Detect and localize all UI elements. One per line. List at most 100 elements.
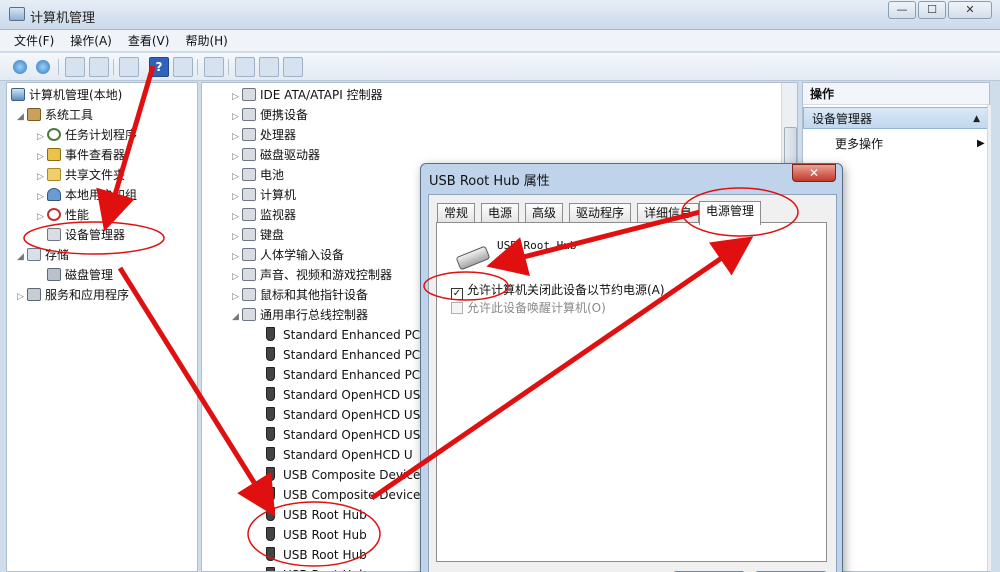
- menu-view[interactable]: 查看(V): [128, 32, 170, 49]
- collapse-up-icon[interactable]: ▲: [973, 108, 980, 130]
- usb-device-item[interactable]: USB Composite Device: [266, 485, 420, 505]
- device-category-icon: [242, 148, 256, 161]
- maximize-button[interactable]: ☐: [918, 1, 946, 19]
- tab-general[interactable]: 常规: [437, 203, 476, 223]
- show-tree-icon[interactable]: [89, 57, 109, 77]
- tree-item-performance[interactable]: ▷ 性能: [37, 205, 89, 225]
- usb-device-item[interactable]: USB Root Hub: [266, 545, 367, 565]
- close-button[interactable]: ✕: [948, 1, 992, 19]
- tree-item-task-scheduler[interactable]: ▷ 任务计划程序: [37, 125, 137, 145]
- tree-item-storage[interactable]: ◢ 存储: [17, 245, 69, 265]
- toolbar-separator: [197, 59, 198, 75]
- device-category[interactable]: ▷ 磁盘驱动器: [232, 145, 320, 165]
- collapsed-arrow-icon[interactable]: ▷: [232, 187, 242, 207]
- device-category[interactable]: ▷ IDE ATA/ATAPI 控制器: [232, 85, 383, 105]
- device-category[interactable]: ◢ 通用串行总线控制器: [232, 305, 368, 325]
- help-icon[interactable]: ?: [149, 57, 169, 77]
- collapsed-arrow-icon[interactable]: ▷: [232, 107, 242, 127]
- usb-device-item[interactable]: USB Root Hub: [266, 505, 367, 525]
- collapsed-arrow-icon[interactable]: ▷: [232, 127, 242, 147]
- computer-icon: [11, 88, 25, 101]
- tree-item-services[interactable]: ▷ 服务和应用程序: [17, 285, 129, 305]
- back-icon[interactable]: [10, 57, 30, 77]
- collapsed-arrow-icon[interactable]: ▷: [232, 167, 242, 187]
- usb-device-item[interactable]: Standard OpenHCD U: [266, 445, 413, 465]
- usb-plug-icon: [266, 547, 275, 561]
- collapsed-arrow-icon[interactable]: ▷: [17, 287, 27, 307]
- menu-help[interactable]: 帮助(H): [185, 32, 227, 49]
- collapsed-arrow-icon[interactable]: ▷: [37, 167, 47, 187]
- device-category[interactable]: ▷ 便携设备: [232, 105, 308, 125]
- usb-device-icon: [455, 245, 491, 271]
- usb-device-item[interactable]: USB Root Hub: [266, 565, 367, 571]
- collapsed-arrow-icon[interactable]: ▷: [37, 127, 47, 147]
- usb-plug-icon: [266, 347, 275, 361]
- tab-power[interactable]: 电源: [481, 203, 520, 223]
- uninstall-device-icon[interactable]: [259, 57, 279, 77]
- clock-icon: [47, 128, 61, 141]
- allow-turn-off-option[interactable]: ✓ 允许计算机关闭此设备以节约电源(A): [451, 281, 665, 300]
- device-category[interactable]: ▷ 电池: [232, 165, 284, 185]
- expanded-arrow-icon[interactable]: ◢: [17, 107, 27, 127]
- dialog-close-button[interactable]: ✕: [792, 164, 836, 182]
- usb-device-item[interactable]: Standard OpenHCD US: [266, 405, 420, 425]
- more-actions-arrow-icon[interactable]: ▶: [977, 135, 985, 153]
- properties-icon[interactable]: [119, 57, 139, 77]
- tree-item-event-viewer[interactable]: ▷ 事件查看器: [37, 145, 125, 165]
- device-category[interactable]: ▷ 键盘: [232, 225, 284, 245]
- storage-icon: [27, 248, 41, 261]
- dialog-title: USB Root Hub 属性: [429, 174, 550, 189]
- device-category[interactable]: ▷ 人体学输入设备: [232, 245, 344, 265]
- collapsed-arrow-icon[interactable]: ▷: [37, 187, 47, 207]
- actions-scroll-edge: [987, 105, 991, 571]
- up-folder-icon[interactable]: [65, 57, 85, 77]
- toolbar-separator: [58, 59, 59, 75]
- usb-plug-icon: [266, 427, 275, 441]
- device-category[interactable]: ▷ 监视器: [232, 205, 296, 225]
- collapsed-arrow-icon[interactable]: ▷: [37, 207, 47, 227]
- device-category[interactable]: ▷ 声音、视频和游戏控制器: [232, 265, 392, 285]
- collapsed-arrow-icon[interactable]: ▷: [232, 267, 242, 287]
- usb-plug-icon: [266, 387, 275, 401]
- collapsed-arrow-icon[interactable]: ▷: [232, 147, 242, 167]
- usb-device-item[interactable]: USB Composite Device: [266, 465, 420, 485]
- forward-icon[interactable]: [33, 57, 53, 77]
- tab-advanced[interactable]: 高级: [525, 203, 564, 223]
- scan-hardware-icon[interactable]: [204, 57, 224, 77]
- usb-device-item[interactable]: Standard OpenHCD US: [266, 425, 420, 445]
- expanded-arrow-icon[interactable]: ◢: [232, 307, 242, 327]
- tree-item-shared-folders[interactable]: ▷ 共享文件夹: [37, 165, 125, 185]
- more-actions-link[interactable]: 更多操作: [835, 135, 883, 153]
- tab-power-management[interactable]: 电源管理: [699, 201, 762, 225]
- collapsed-arrow-icon[interactable]: ▷: [232, 87, 242, 107]
- show-action-pane-icon[interactable]: [173, 57, 193, 77]
- menu-action[interactable]: 操作(A): [70, 32, 112, 49]
- collapsed-arrow-icon[interactable]: ▷: [232, 227, 242, 247]
- tree-item-local-users[interactable]: ▷ 本地用户和组: [37, 185, 137, 205]
- collapsed-arrow-icon[interactable]: ▷: [232, 207, 242, 227]
- tab-driver[interactable]: 驱动程序: [569, 203, 632, 223]
- tab-details[interactable]: 详细信息: [637, 203, 700, 223]
- update-driver-icon[interactable]: [235, 57, 255, 77]
- tree-item-device-manager[interactable]: 设备管理器: [47, 225, 125, 245]
- usb-device-item[interactable]: Standard OpenHCD US: [266, 385, 420, 405]
- disable-device-icon[interactable]: [283, 57, 303, 77]
- tree-item-disk-management[interactable]: 磁盘管理: [47, 265, 113, 285]
- device-category[interactable]: ▷ 鼠标和其他指针设备: [232, 285, 368, 305]
- actions-device-manager[interactable]: 设备管理器 ▲: [803, 107, 989, 129]
- collapsed-arrow-icon[interactable]: ▷: [37, 147, 47, 167]
- menu-file[interactable]: 文件(F): [14, 32, 54, 49]
- collapsed-arrow-icon[interactable]: ▷: [232, 287, 242, 307]
- tree-item-system-tools[interactable]: ◢ 系统工具: [17, 105, 93, 125]
- tree-item-computer-management[interactable]: 计算机管理(本地): [11, 85, 122, 105]
- device-category[interactable]: ▷ 计算机: [232, 185, 296, 205]
- device-category[interactable]: ▷ 处理器: [232, 125, 296, 145]
- minimize-button[interactable]: —: [888, 1, 916, 19]
- usb-device-item[interactable]: Standard Enhanced PCI: [266, 345, 424, 365]
- expanded-arrow-icon[interactable]: ◢: [17, 247, 27, 267]
- usb-device-item[interactable]: Standard Enhanced PCI: [266, 365, 424, 385]
- window-controls: — ☐ ✕: [886, 1, 992, 19]
- usb-device-item[interactable]: USB Root Hub: [266, 525, 367, 545]
- usb-device-item[interactable]: Standard Enhanced PCI: [266, 325, 424, 345]
- collapsed-arrow-icon[interactable]: ▷: [232, 247, 242, 267]
